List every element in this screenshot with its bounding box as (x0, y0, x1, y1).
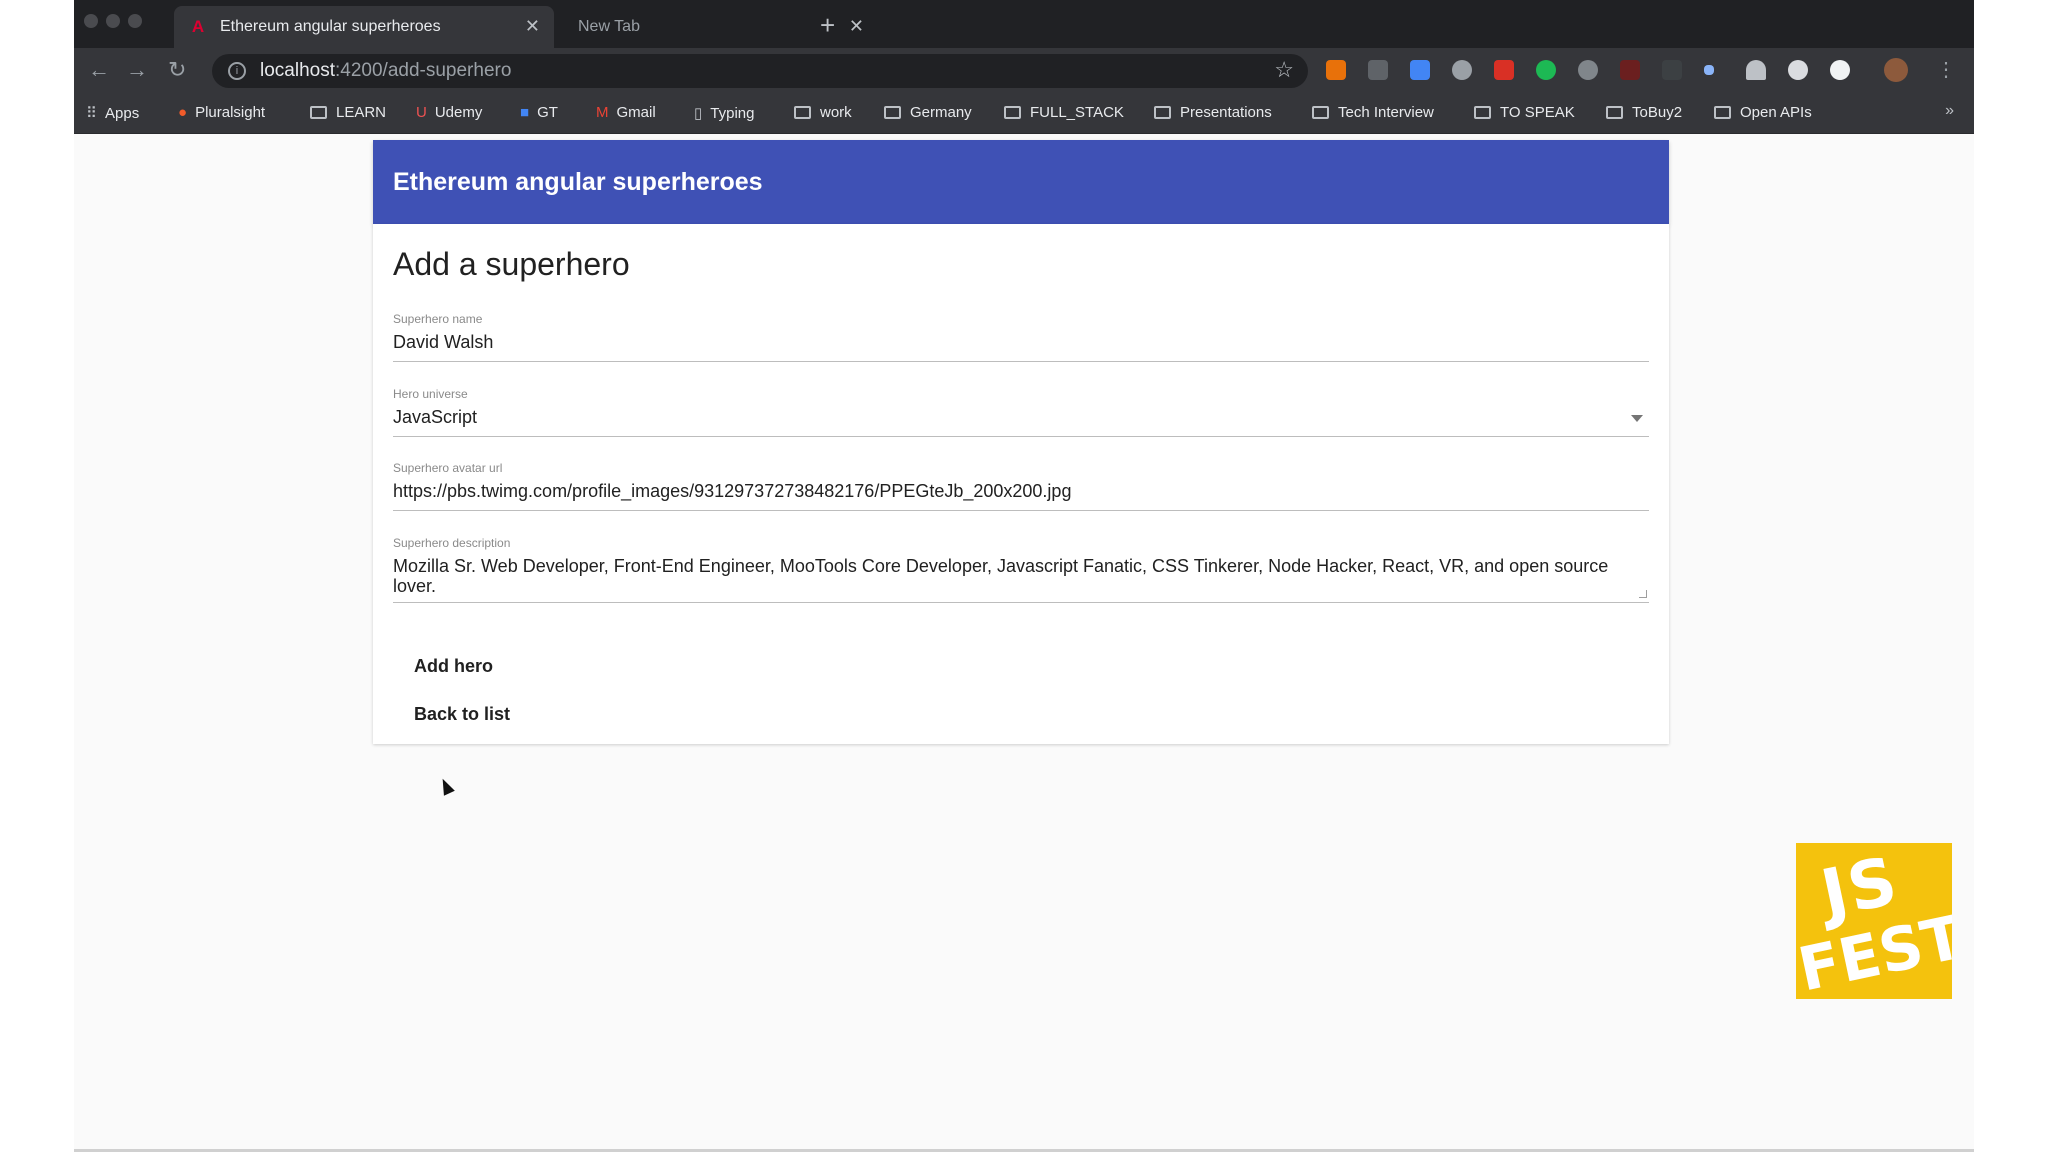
description-label: Superhero description (393, 536, 511, 550)
hero-universe-select[interactable]: JavaScript (393, 407, 1649, 436)
address-host: localhost (260, 60, 335, 81)
bookmark-pluralsight[interactable]: ● Pluralsight (178, 104, 265, 121)
extension-icon[interactable] (1452, 60, 1472, 80)
browser-menu-icon[interactable]: ⋮ (1936, 57, 1956, 82)
extension-icon[interactable] (1494, 60, 1514, 80)
profile-avatar[interactable] (1884, 58, 1908, 82)
app-toolbar: Ethereum angular superheroes (373, 140, 1669, 224)
bookmark-typing[interactable]: ▯ Typing (694, 104, 754, 123)
tab-strip: A Ethereum angular superheroes ✕ New Tab… (74, 0, 1974, 48)
folder-icon (1154, 106, 1171, 119)
add-superhero-card: Add a superhero Superhero name Hero univ… (373, 224, 1669, 744)
app-title: Ethereum angular superheroes (393, 167, 763, 196)
close-tab-icon[interactable]: ✕ (525, 16, 540, 37)
extension-icon[interactable] (1368, 60, 1388, 80)
page-title: Add a superhero (393, 246, 630, 282)
hero-universe-field[interactable]: Hero universe JavaScript (393, 387, 1649, 437)
translate-icon: ■ (520, 104, 530, 121)
bookmark-udemy[interactable]: U Udemy (416, 104, 482, 121)
folder-icon (1004, 106, 1021, 119)
extension-icon[interactable] (1704, 65, 1714, 75)
apps-grid-icon: ⠿ (86, 105, 97, 122)
forward-arrow-icon[interactable]: → (126, 57, 148, 83)
more-bookmarks-icon[interactable]: » (1945, 102, 1954, 120)
bookmark-learn[interactable]: LEARN (310, 104, 386, 121)
pluralsight-icon: ● (178, 104, 188, 121)
extension-icon[interactable] (1830, 60, 1850, 80)
avatar-url-label: Superhero avatar url (393, 461, 503, 475)
bookmark-gmail[interactable]: M Gmail (596, 104, 656, 121)
folder-icon (1606, 106, 1623, 119)
extension-icon[interactable] (1578, 60, 1598, 80)
bookmark-open-apis[interactable]: Open APIs (1714, 104, 1812, 121)
folder-icon (1714, 106, 1731, 119)
address-path: :4200/add-superhero (335, 60, 512, 81)
superhero-name-label: Superhero name (393, 312, 483, 326)
window-zoom-dot[interactable] (128, 14, 142, 28)
bookmark-presentations[interactable]: Presentations (1154, 104, 1272, 121)
jsfest-logo: JS FEST (1796, 843, 1952, 999)
site-info-icon[interactable]: i (228, 62, 246, 80)
extension-icon[interactable] (1536, 60, 1556, 80)
avatar-url-input[interactable] (393, 481, 1649, 510)
browser-window: A Ethereum angular superheroes ✕ New Tab… (74, 0, 1974, 1152)
address-bar[interactable]: i localhost :4200/add-superhero ☆ (212, 54, 1308, 88)
window-minimize-dot[interactable] (106, 14, 120, 28)
back-to-list-button[interactable]: Back to list (393, 694, 531, 734)
bookmark-full-stack[interactable]: FULL_STACK (1004, 104, 1124, 121)
bookmark-gt[interactable]: ■ GT (520, 104, 558, 121)
bookmark-work[interactable]: work (794, 104, 852, 121)
avatar-url-field: Superhero avatar url (393, 461, 1649, 511)
tab-title: Ethereum angular superheroes (220, 18, 441, 35)
superhero-name-input[interactable] (393, 332, 1649, 361)
dropdown-arrow-icon[interactable] (1631, 415, 1643, 422)
reload-icon[interactable]: ↻ (168, 57, 186, 83)
resize-grip-icon[interactable] (1639, 590, 1647, 598)
folder-icon (1312, 106, 1329, 119)
add-hero-button[interactable]: Add hero (393, 646, 514, 686)
description-textarea[interactable]: Mozilla Sr. Web Developer, Front-End Eng… (393, 556, 1649, 602)
extension-icon[interactable] (1620, 60, 1640, 80)
extension-icon[interactable] (1326, 60, 1346, 80)
window-close-dot[interactable] (84, 14, 98, 28)
hero-universe-label: Hero universe (393, 387, 468, 401)
description-field: Superhero description Mozilla Sr. Web De… (393, 536, 1649, 603)
translate-extension-icon[interactable] (1410, 60, 1430, 80)
bookmark-germany[interactable]: Germany (884, 104, 972, 121)
angular-icon: A (191, 17, 205, 36)
tab-active[interactable]: A Ethereum angular superheroes ✕ (174, 6, 554, 48)
close-tab-icon[interactable]: ✕ (849, 16, 864, 37)
bookmark-tech-interview[interactable]: Tech Interview (1312, 104, 1434, 121)
drive-extension-icon[interactable] (1746, 60, 1766, 80)
page-icon: ▯ (694, 105, 703, 122)
tab-title: New Tab (578, 18, 640, 35)
mouse-cursor-icon (437, 776, 455, 796)
bookmark-star-icon[interactable]: ☆ (1274, 57, 1294, 83)
folder-icon (1474, 106, 1491, 119)
folder-icon (310, 106, 327, 119)
udemy-icon: U (416, 104, 427, 121)
bookmark-apps[interactable]: ⠿ Apps (86, 104, 139, 123)
folder-icon (794, 106, 811, 119)
back-arrow-icon[interactable]: ← (88, 57, 110, 83)
extension-icon[interactable] (1788, 60, 1808, 80)
superhero-name-field: Superhero name (393, 312, 1649, 362)
new-tab-plus-icon[interactable]: + (820, 10, 835, 41)
bookmarks-bar: ⠿ Apps ● Pluralsight LEARN U Udemy ■ GT M Gma… (74, 94, 1974, 134)
bookmark-to-speak[interactable]: TO SPEAK (1474, 104, 1575, 121)
bookmark-tobuy2[interactable]: ToBuy2 (1606, 104, 1682, 121)
browser-toolbar: ← → ↻ i localhost :4200/add-superhero ☆ … (74, 48, 1974, 94)
extension-icon[interactable] (1662, 60, 1682, 80)
folder-icon (884, 106, 901, 119)
page-content: Ethereum angular superheroes Add a super… (74, 134, 1974, 1152)
gmail-icon: M (596, 104, 609, 121)
